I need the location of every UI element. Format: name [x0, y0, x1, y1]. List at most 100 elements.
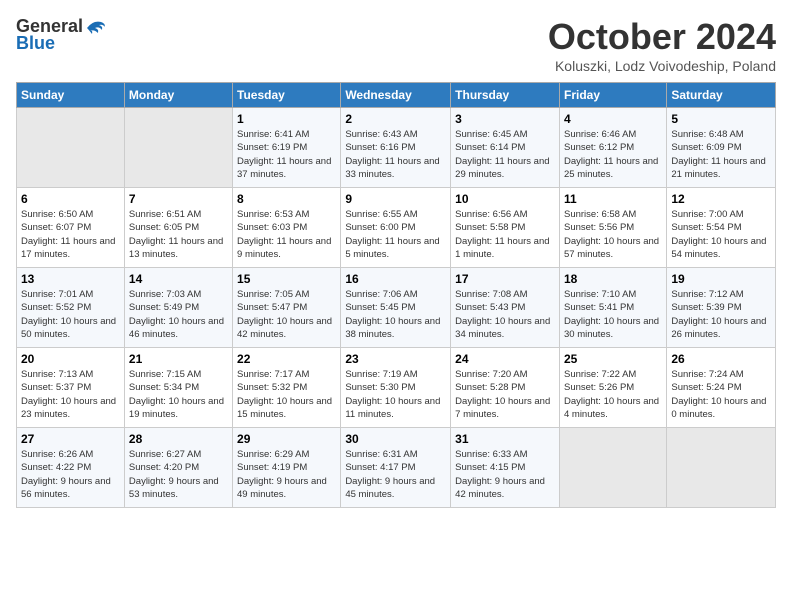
- week-row-5: 27 Sunrise: 6:26 AM Sunset: 4:22 PM Dayli…: [17, 428, 776, 508]
- day-number: 29: [237, 432, 336, 446]
- day-number: 27: [21, 432, 120, 446]
- day-cell: 11Sunrise: 6:58 AM Sunset: 5:56 PM Dayli…: [559, 188, 666, 268]
- day-cell: 29Sunrise: 6:29 AM Sunset: 4:19 PM Dayli…: [233, 428, 341, 508]
- header-cell-tuesday: Tuesday: [233, 83, 341, 108]
- day-cell: [559, 428, 666, 508]
- header-cell-sunday: Sunday: [17, 83, 125, 108]
- day-cell: 9 Sunrise: 6:55 AM Sunset: 6:00 PM Daylig…: [341, 188, 451, 268]
- day-cell: 22 Sunrise: 7:17 AM Sunset: 5:32 PM Dayli…: [233, 348, 341, 428]
- day-info: Sunrise: 7:01 AM Sunset: 5:52 PM Dayligh…: [21, 288, 120, 341]
- day-cell: 8Sunrise: 6:53 AM Sunset: 6:03 PM Daylig…: [233, 188, 341, 268]
- day-cell: 25Sunrise: 7:22 AM Sunset: 5:26 PM Dayli…: [559, 348, 666, 428]
- day-number: 19: [671, 272, 771, 286]
- calendar-header: SundayMondayTuesdayWednesdayThursdayFrid…: [17, 83, 776, 108]
- day-info: Sunrise: 7:03 AM Sunset: 5:49 PM Dayligh…: [129, 288, 228, 341]
- calendar-body: 1 Sunrise: 6:41 AM Sunset: 6:19 PM Daylig…: [17, 108, 776, 508]
- day-cell: 30Sunrise: 6:31 AM Sunset: 4:17 PM Dayli…: [341, 428, 451, 508]
- day-number: 28: [129, 432, 228, 446]
- day-info: Sunrise: 7:17 AM Sunset: 5:32 PM Dayligh…: [237, 368, 336, 421]
- day-cell: 3 Sunrise: 6:45 AM Sunset: 6:14 PM Daylig…: [451, 108, 560, 188]
- day-info: Sunrise: 7:10 AM Sunset: 5:41 PM Dayligh…: [564, 288, 662, 341]
- day-cell: 16 Sunrise: 7:06 AM Sunset: 5:45 PM Dayli…: [341, 268, 451, 348]
- day-cell: 5 Sunrise: 6:48 AM Sunset: 6:09 PM Daylig…: [667, 108, 776, 188]
- day-info: Sunrise: 6:26 AM Sunset: 4:22 PM Dayligh…: [21, 448, 120, 501]
- day-info: Sunrise: 6:45 AM Sunset: 6:14 PM Dayligh…: [455, 128, 555, 181]
- day-cell: 14 Sunrise: 7:03 AM Sunset: 5:49 PM Dayli…: [124, 268, 232, 348]
- day-info: Sunrise: 6:33 AM Sunset: 4:15 PM Dayligh…: [455, 448, 555, 501]
- day-number: 17: [455, 272, 555, 286]
- day-number: 22: [237, 352, 336, 366]
- page-header: General Blue October 2024 Koluszki, Lodz…: [16, 16, 776, 74]
- day-number: 15: [237, 272, 336, 286]
- title-block: October 2024 Koluszki, Lodz Voivodeship,…: [548, 16, 776, 74]
- day-cell: 24 Sunrise: 7:20 AM Sunset: 5:28 PM Dayli…: [451, 348, 560, 428]
- day-info: Sunrise: 6:53 AM Sunset: 6:03 PM Dayligh…: [237, 208, 336, 261]
- day-cell: 12 Sunrise: 7:00 AM Sunset: 5:54 PM Dayli…: [667, 188, 776, 268]
- day-cell: 4Sunrise: 6:46 AM Sunset: 6:12 PM Daylig…: [559, 108, 666, 188]
- day-info: Sunrise: 6:41 AM Sunset: 6:19 PM Dayligh…: [237, 128, 336, 181]
- day-cell: 6Sunrise: 6:50 AM Sunset: 6:07 PM Daylig…: [17, 188, 125, 268]
- logo: General Blue: [16, 16, 107, 54]
- day-cell: 31 Sunrise: 6:33 AM Sunset: 4:15 PM Dayli…: [451, 428, 560, 508]
- day-number: 31: [455, 432, 555, 446]
- day-info: Sunrise: 7:19 AM Sunset: 5:30 PM Dayligh…: [345, 368, 446, 421]
- day-cell: 1 Sunrise: 6:41 AM Sunset: 6:19 PM Daylig…: [233, 108, 341, 188]
- day-number: 23: [345, 352, 446, 366]
- day-info: Sunrise: 7:24 AM Sunset: 5:24 PM Dayligh…: [671, 368, 771, 421]
- header-cell-thursday: Thursday: [451, 83, 560, 108]
- week-row-1: 1 Sunrise: 6:41 AM Sunset: 6:19 PM Daylig…: [17, 108, 776, 188]
- day-number: 1: [237, 112, 336, 126]
- day-cell: 21Sunrise: 7:15 AM Sunset: 5:34 PM Dayli…: [124, 348, 232, 428]
- day-cell: 15 Sunrise: 7:05 AM Sunset: 5:47 PM Dayli…: [233, 268, 341, 348]
- day-cell: [124, 108, 232, 188]
- day-number: 9: [345, 192, 446, 206]
- day-info: Sunrise: 7:00 AM Sunset: 5:54 PM Dayligh…: [671, 208, 771, 261]
- day-number: 6: [21, 192, 120, 206]
- logo-blue: Blue: [16, 33, 55, 54]
- day-cell: 23 Sunrise: 7:19 AM Sunset: 5:30 PM Dayli…: [341, 348, 451, 428]
- week-row-3: 13 Sunrise: 7:01 AM Sunset: 5:52 PM Dayli…: [17, 268, 776, 348]
- day-number: 12: [671, 192, 771, 206]
- day-info: Sunrise: 6:51 AM Sunset: 6:05 PM Dayligh…: [129, 208, 228, 261]
- calendar-table: SundayMondayTuesdayWednesdayThursdayFrid…: [16, 82, 776, 508]
- week-row-2: 6Sunrise: 6:50 AM Sunset: 6:07 PM Daylig…: [17, 188, 776, 268]
- day-number: 20: [21, 352, 120, 366]
- day-info: Sunrise: 7:20 AM Sunset: 5:28 PM Dayligh…: [455, 368, 555, 421]
- day-number: 3: [455, 112, 555, 126]
- day-info: Sunrise: 6:48 AM Sunset: 6:09 PM Dayligh…: [671, 128, 771, 181]
- day-cell: 26 Sunrise: 7:24 AM Sunset: 5:24 PM Dayli…: [667, 348, 776, 428]
- day-number: 14: [129, 272, 228, 286]
- day-number: 7: [129, 192, 228, 206]
- day-info: Sunrise: 6:56 AM Sunset: 5:58 PM Dayligh…: [455, 208, 555, 261]
- day-cell: [667, 428, 776, 508]
- day-number: 4: [564, 112, 662, 126]
- header-row: SundayMondayTuesdayWednesdayThursdayFrid…: [17, 83, 776, 108]
- day-cell: 18 Sunrise: 7:10 AM Sunset: 5:41 PM Dayli…: [559, 268, 666, 348]
- week-row-4: 20 Sunrise: 7:13 AM Sunset: 5:37 PM Dayli…: [17, 348, 776, 428]
- day-info: Sunrise: 7:06 AM Sunset: 5:45 PM Dayligh…: [345, 288, 446, 341]
- day-info: Sunrise: 6:55 AM Sunset: 6:00 PM Dayligh…: [345, 208, 446, 261]
- day-cell: 2 Sunrise: 6:43 AM Sunset: 6:16 PM Daylig…: [341, 108, 451, 188]
- month-title: October 2024: [548, 16, 776, 58]
- day-cell: 10Sunrise: 6:56 AM Sunset: 5:58 PM Dayli…: [451, 188, 560, 268]
- location-subtitle: Koluszki, Lodz Voivodeship, Poland: [548, 58, 776, 74]
- day-number: 24: [455, 352, 555, 366]
- day-info: Sunrise: 7:13 AM Sunset: 5:37 PM Dayligh…: [21, 368, 120, 421]
- day-info: Sunrise: 6:43 AM Sunset: 6:16 PM Dayligh…: [345, 128, 446, 181]
- day-info: Sunrise: 6:58 AM Sunset: 5:56 PM Dayligh…: [564, 208, 662, 261]
- day-info: Sunrise: 7:05 AM Sunset: 5:47 PM Dayligh…: [237, 288, 336, 341]
- day-number: 16: [345, 272, 446, 286]
- day-number: 13: [21, 272, 120, 286]
- day-number: 18: [564, 272, 662, 286]
- day-cell: 28Sunrise: 6:27 AM Sunset: 4:20 PM Dayli…: [124, 428, 232, 508]
- header-cell-friday: Friday: [559, 83, 666, 108]
- day-info: Sunrise: 7:08 AM Sunset: 5:43 PM Dayligh…: [455, 288, 555, 341]
- day-number: 5: [671, 112, 771, 126]
- day-number: 25: [564, 352, 662, 366]
- header-cell-wednesday: Wednesday: [341, 83, 451, 108]
- day-number: 26: [671, 352, 771, 366]
- header-cell-saturday: Saturday: [667, 83, 776, 108]
- day-number: 21: [129, 352, 228, 366]
- day-number: 30: [345, 432, 446, 446]
- day-number: 2: [345, 112, 446, 126]
